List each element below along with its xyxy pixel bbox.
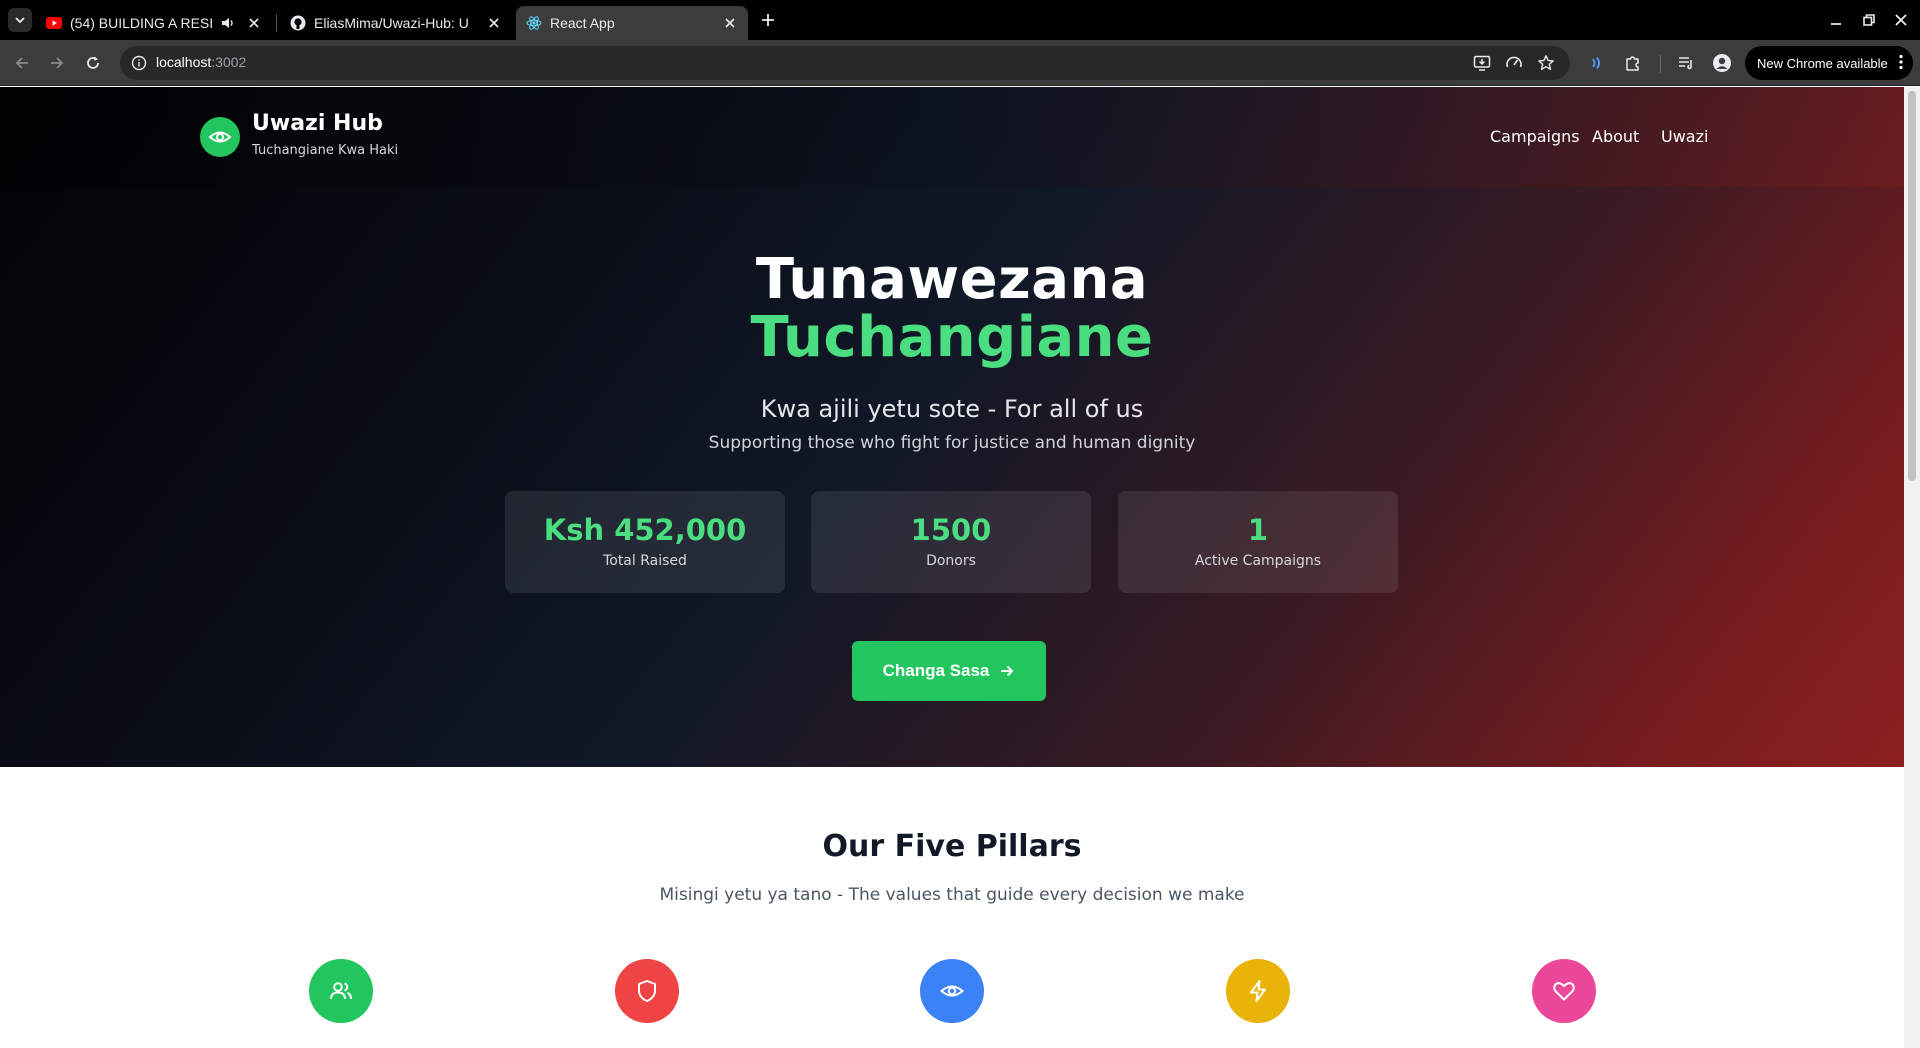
close-window-button[interactable] (1891, 10, 1911, 30)
pillar-lightning-icon (1226, 959, 1290, 1023)
more-menu-icon[interactable] (1899, 54, 1903, 73)
shield-icon (638, 980, 656, 1002)
url-port: :3002 (211, 54, 247, 70)
media-controls-icon[interactable] (1675, 52, 1697, 74)
site-info-icon[interactable] (130, 54, 148, 72)
toolbar-divider (1660, 55, 1661, 73)
brand-tagline: Tuchangiane Kwa Haki (252, 143, 399, 158)
puzzle-extensions-icon[interactable] (1622, 52, 1644, 74)
nav-link-uwazi[interactable]: Uwazi (1661, 127, 1708, 146)
stat-value: 1500 (910, 513, 992, 547)
page-viewport: Uwazi Hub Tuchangiane Kwa Haki Campaigns… (0, 87, 1904, 1048)
pillar-users-icon (309, 959, 373, 1023)
tab-github[interactable]: EliasMima/Uwazi-Hub: U (280, 6, 512, 40)
nav-link-campaigns[interactable]: Campaigns (1490, 127, 1580, 146)
hero-subtitle: Kwa ajili yetu sote - For all of us (760, 395, 1144, 423)
tab-search-button[interactable] (8, 8, 32, 32)
speaker-icon[interactable] (220, 15, 236, 34)
install-app-icon[interactable] (1473, 54, 1491, 72)
pillars-title: Our Five Pillars (822, 829, 1082, 864)
stat-card-active-campaigns: 1 Active Campaigns (1118, 491, 1398, 593)
minimize-window-button[interactable] (1826, 10, 1846, 30)
tab-youtube[interactable]: (54) BUILDING A RESI (36, 6, 272, 40)
scrollbar-thumb[interactable] (1908, 91, 1916, 481)
url-text: localhost:3002 (156, 54, 246, 70)
back-button[interactable] (10, 51, 34, 75)
react-icon (526, 15, 542, 31)
update-label: New Chrome available (1757, 55, 1888, 71)
arrow-right-icon (999, 663, 1015, 679)
pillar-heart-icon (1532, 959, 1596, 1023)
close-tab-icon[interactable] (722, 15, 738, 31)
site-header: Uwazi Hub Tuchangiane Kwa Haki Campaigns… (0, 87, 1904, 187)
tab-divider (276, 14, 277, 32)
stat-value: 1 (1247, 513, 1269, 547)
stat-value: Ksh 452,000 (543, 513, 747, 547)
reload-button[interactable] (81, 51, 105, 75)
brand-name[interactable]: Uwazi Hub (252, 111, 383, 136)
lightning-icon (1250, 980, 1266, 1002)
stat-label: Active Campaigns (1194, 553, 1322, 569)
pillar-eye-icon (920, 959, 984, 1023)
new-tab-button[interactable] (756, 8, 780, 32)
close-tab-icon[interactable] (486, 15, 502, 31)
page-scrollbar[interactable] (1904, 87, 1920, 1048)
restore-icon (1863, 14, 1875, 26)
address-bar[interactable]: localhost:3002 (120, 46, 1570, 80)
nav-link-about[interactable]: About (1592, 127, 1639, 146)
bookmark-star-icon[interactable] (1537, 54, 1555, 72)
pillar-shield-icon (615, 959, 679, 1023)
profile-avatar-icon[interactable] (1711, 52, 1733, 74)
hero-title-line-1: Tunawezana (755, 247, 1149, 312)
performance-icon[interactable] (1505, 54, 1523, 72)
tab-title: React App (550, 15, 615, 31)
reload-icon (87, 56, 99, 69)
stat-label: Donors (926, 553, 976, 569)
plus-icon (762, 14, 774, 26)
eye-icon (208, 131, 232, 143)
restore-window-button[interactable] (1859, 10, 1879, 30)
github-icon (290, 15, 306, 31)
stat-card-total-raised: Ksh 452,000 Total Raised (505, 491, 785, 593)
cta-label: Changa Sasa (882, 661, 990, 680)
forward-button[interactable] (45, 51, 69, 75)
users-icon (330, 982, 352, 1000)
hero-title-line-2: Tuchangiane (750, 305, 1154, 370)
url-host: localhost (156, 54, 212, 70)
changa-sasa-button[interactable]: Changa Sasa (852, 641, 1046, 701)
stat-card-donors: 1500 Donors (811, 491, 1091, 593)
heart-icon (1553, 982, 1575, 1001)
close-icon (1895, 14, 1907, 26)
browser-tab-bar: (54) BUILDING A RESI EliasMima/Uwazi-Hub… (0, 0, 1920, 40)
hero-section: Uwazi Hub Tuchangiane Kwa Haki Campaigns… (0, 87, 1904, 767)
minimize-icon (1831, 23, 1841, 25)
pillars-subtitle: Misingi yetu ya tano - The values that g… (659, 885, 1245, 905)
brand-logo[interactable] (200, 117, 240, 157)
eye-icon (939, 985, 965, 997)
tab-react-app[interactable]: React App (516, 6, 748, 40)
close-tab-icon[interactable] (246, 15, 262, 31)
stat-label: Total Raised (603, 553, 687, 569)
tab-title: (54) BUILDING A RESI (70, 15, 214, 31)
chrome-update-button[interactable]: New Chrome available (1745, 46, 1913, 80)
tab-title: EliasMima/Uwazi-Hub: U (314, 15, 469, 31)
arrow-left-icon (15, 57, 28, 69)
browser-toolbar: localhost:3002 New Chrome available (0, 40, 1920, 86)
youtube-icon (46, 15, 62, 31)
hero-tagline: Supporting those who fight for justice a… (708, 433, 1196, 453)
chevron-down-icon (15, 17, 25, 24)
arrow-right-icon (51, 57, 64, 69)
extension-icon[interactable] (1586, 52, 1608, 74)
